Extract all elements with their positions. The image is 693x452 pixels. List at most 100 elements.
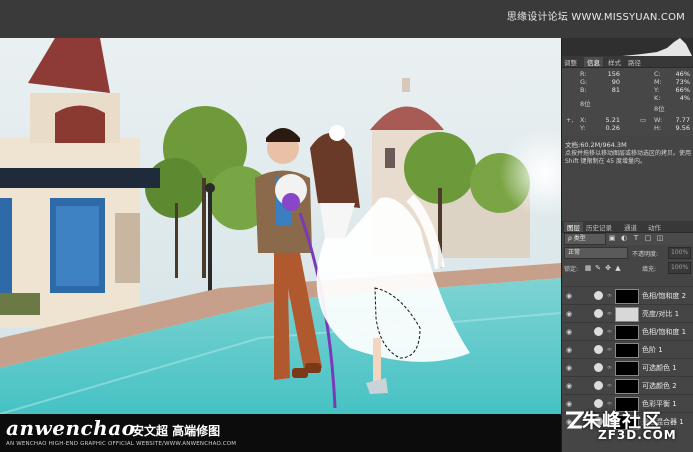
lock-row: 锁定: ▦ ✎ ✥ ▲ 填充: 100% xyxy=(562,262,693,274)
document-size: 文档:60.2M/964.3M xyxy=(565,141,627,149)
tab-info[interactable]: 信息 xyxy=(584,57,603,67)
adjustment-filter-icon[interactable]: ◐ xyxy=(620,234,628,242)
wedding-photo xyxy=(0,38,561,414)
y-value: 66% xyxy=(675,86,690,94)
layer-row[interactable]: ◉ ∞ 色相/饱和度 2 xyxy=(562,286,693,305)
lock-label: 锁定: xyxy=(564,266,579,273)
chain-icon: ∞ xyxy=(607,382,612,389)
eye-icon[interactable]: ◉ xyxy=(565,364,573,372)
transparency-lock-icon[interactable]: ▦ xyxy=(584,264,592,272)
x-label: X: xyxy=(580,116,587,124)
layer-row[interactable]: ◉ ∞ 可选颜色 2 xyxy=(562,376,693,395)
m-label: M: xyxy=(654,78,662,86)
shape-icon[interactable]: □ xyxy=(644,234,652,242)
y-label: Y: xyxy=(654,86,660,94)
layer-row[interactable]: ◉ ∞ 色阶 1 xyxy=(562,340,693,359)
layer-row[interactable]: ◉ ∞ 可选颜色 1 xyxy=(562,358,693,377)
c-value: 46% xyxy=(675,70,690,78)
layer-row[interactable]: ◉ ∞ 亮度/对比 1 xyxy=(562,304,693,323)
y-coord-label: Y: xyxy=(580,124,586,132)
w-value: 7.77 xyxy=(675,116,690,124)
layer-mask xyxy=(615,361,639,376)
text-tool-icon[interactable]: T xyxy=(632,234,640,242)
zf3d-logo-icon xyxy=(566,411,584,429)
chain-icon: ∞ xyxy=(607,346,612,353)
adjustment-icon xyxy=(594,309,603,318)
eye-icon[interactable]: ◉ xyxy=(565,382,573,390)
adjustment-icon xyxy=(594,381,603,390)
opacity-label: 不透明度: xyxy=(632,251,659,258)
histogram xyxy=(562,38,693,56)
bits-left: 8位 xyxy=(580,100,591,108)
tab-adjustments[interactable]: 调整 xyxy=(564,57,577,67)
adjustment-icon xyxy=(594,345,603,354)
m-value: 73% xyxy=(675,78,690,86)
bits-right: 8位 xyxy=(654,105,665,113)
blend-mode-select[interactable]: 正常 xyxy=(564,247,628,259)
watermark-domain: ZF3D.COM xyxy=(598,428,677,442)
tab-paths[interactable]: 路径 xyxy=(628,57,641,67)
chain-icon: ∞ xyxy=(607,364,612,371)
top-bar: 思缘设计论坛 WWW.MISSYUAN.COM xyxy=(0,0,693,39)
layer-mask xyxy=(615,307,639,322)
lock-icon[interactable]: ▲ xyxy=(614,264,622,272)
layer-name: 可选颜色 2 xyxy=(642,382,677,390)
layer-mask xyxy=(615,343,639,358)
layer-name: 色相/饱和度 2 xyxy=(642,292,687,300)
adjustment-icon xyxy=(594,363,603,372)
b-value: 81 xyxy=(611,86,620,94)
document-canvas[interactable] xyxy=(0,38,561,414)
eye-icon[interactable]: ◉ xyxy=(565,346,573,354)
h-label: H: xyxy=(654,124,662,132)
smart-object-icon[interactable]: ◫ xyxy=(656,234,664,242)
layer-mask xyxy=(615,379,639,394)
size-icon: ▭ xyxy=(640,116,647,124)
chain-icon: ∞ xyxy=(607,292,612,299)
layer-mask xyxy=(615,289,639,304)
pixel-filter-icon[interactable]: ▣ xyxy=(608,234,616,242)
adjustment-icon xyxy=(594,291,603,300)
layer-name: 色阶 1 xyxy=(642,346,663,354)
eye-icon[interactable]: ◉ xyxy=(565,328,573,336)
w-label: W: xyxy=(654,116,663,124)
watermark: 朱峰社区 ZF3D.COM xyxy=(560,401,693,452)
fill-label: 填充: xyxy=(642,266,657,273)
photoshop-window: 思缘设计论坛 WWW.MISSYUAN.COM anwenchao 安文超 高端… xyxy=(0,0,693,452)
tab-history[interactable]: 历史记录 xyxy=(586,222,612,232)
site-caption: 思缘设计论坛 WWW.MISSYUAN.COM xyxy=(506,12,685,23)
h-value: 9.56 xyxy=(675,124,690,132)
k-label: K: xyxy=(654,94,661,102)
info-readout: R: 156 G: 90 B: 81 8位 C: 46% M: 73% Y: 6… xyxy=(562,68,693,136)
layer-name: 色相/饱和度 1 xyxy=(642,328,687,336)
tab-actions[interactable]: 动作 xyxy=(648,222,661,232)
brand-logo: anwenchao xyxy=(6,416,136,440)
brush-lock-icon[interactable]: ✎ xyxy=(594,264,602,272)
eye-icon[interactable]: ◉ xyxy=(565,292,573,300)
chain-icon: ∞ xyxy=(607,328,612,335)
crosshair-icon: +, xyxy=(566,116,574,124)
b-label: B: xyxy=(580,86,587,94)
opacity-field[interactable]: 100% xyxy=(668,247,692,259)
r-label: R: xyxy=(580,70,587,78)
adjustment-icon xyxy=(594,327,603,336)
tab-layers[interactable]: 图层 xyxy=(564,222,583,232)
tab-styles[interactable]: 样式 xyxy=(608,57,621,67)
info-tab-row: 调整 信息 样式 路径 xyxy=(562,56,693,68)
layers-tab-row: 图层 历史记录 通道 动作 xyxy=(562,221,693,233)
eye-icon[interactable]: ◉ xyxy=(565,310,573,318)
g-label: G: xyxy=(580,78,588,86)
layer-name: 亮度/对比 1 xyxy=(642,310,680,318)
layer-row[interactable]: ◉ ∞ 色相/饱和度 1 xyxy=(562,322,693,341)
right-panel: 调整 信息 样式 路径 R: 156 G: 90 B: 81 8位 C: 46%… xyxy=(561,38,693,452)
chain-icon: ∞ xyxy=(607,310,612,317)
brand-name: 安文超 高端修图 xyxy=(132,424,221,438)
fill-field[interactable]: 100% xyxy=(668,262,692,274)
filter-kind-select[interactable]: ρ 类型 xyxy=(564,233,606,245)
tool-hint: 点按并拖移以移动图层或移动选区的拷贝。使用 Shift 键限制在 45 度增量内… xyxy=(565,150,692,165)
k-value: 4% xyxy=(679,94,690,102)
tab-channels[interactable]: 通道 xyxy=(624,222,637,232)
move-lock-icon[interactable]: ✥ xyxy=(604,264,612,272)
blend-row: 正常 不透明度: 100% xyxy=(562,247,693,259)
layer-name: 可选颜色 1 xyxy=(642,364,677,372)
c-label: C: xyxy=(654,70,661,78)
